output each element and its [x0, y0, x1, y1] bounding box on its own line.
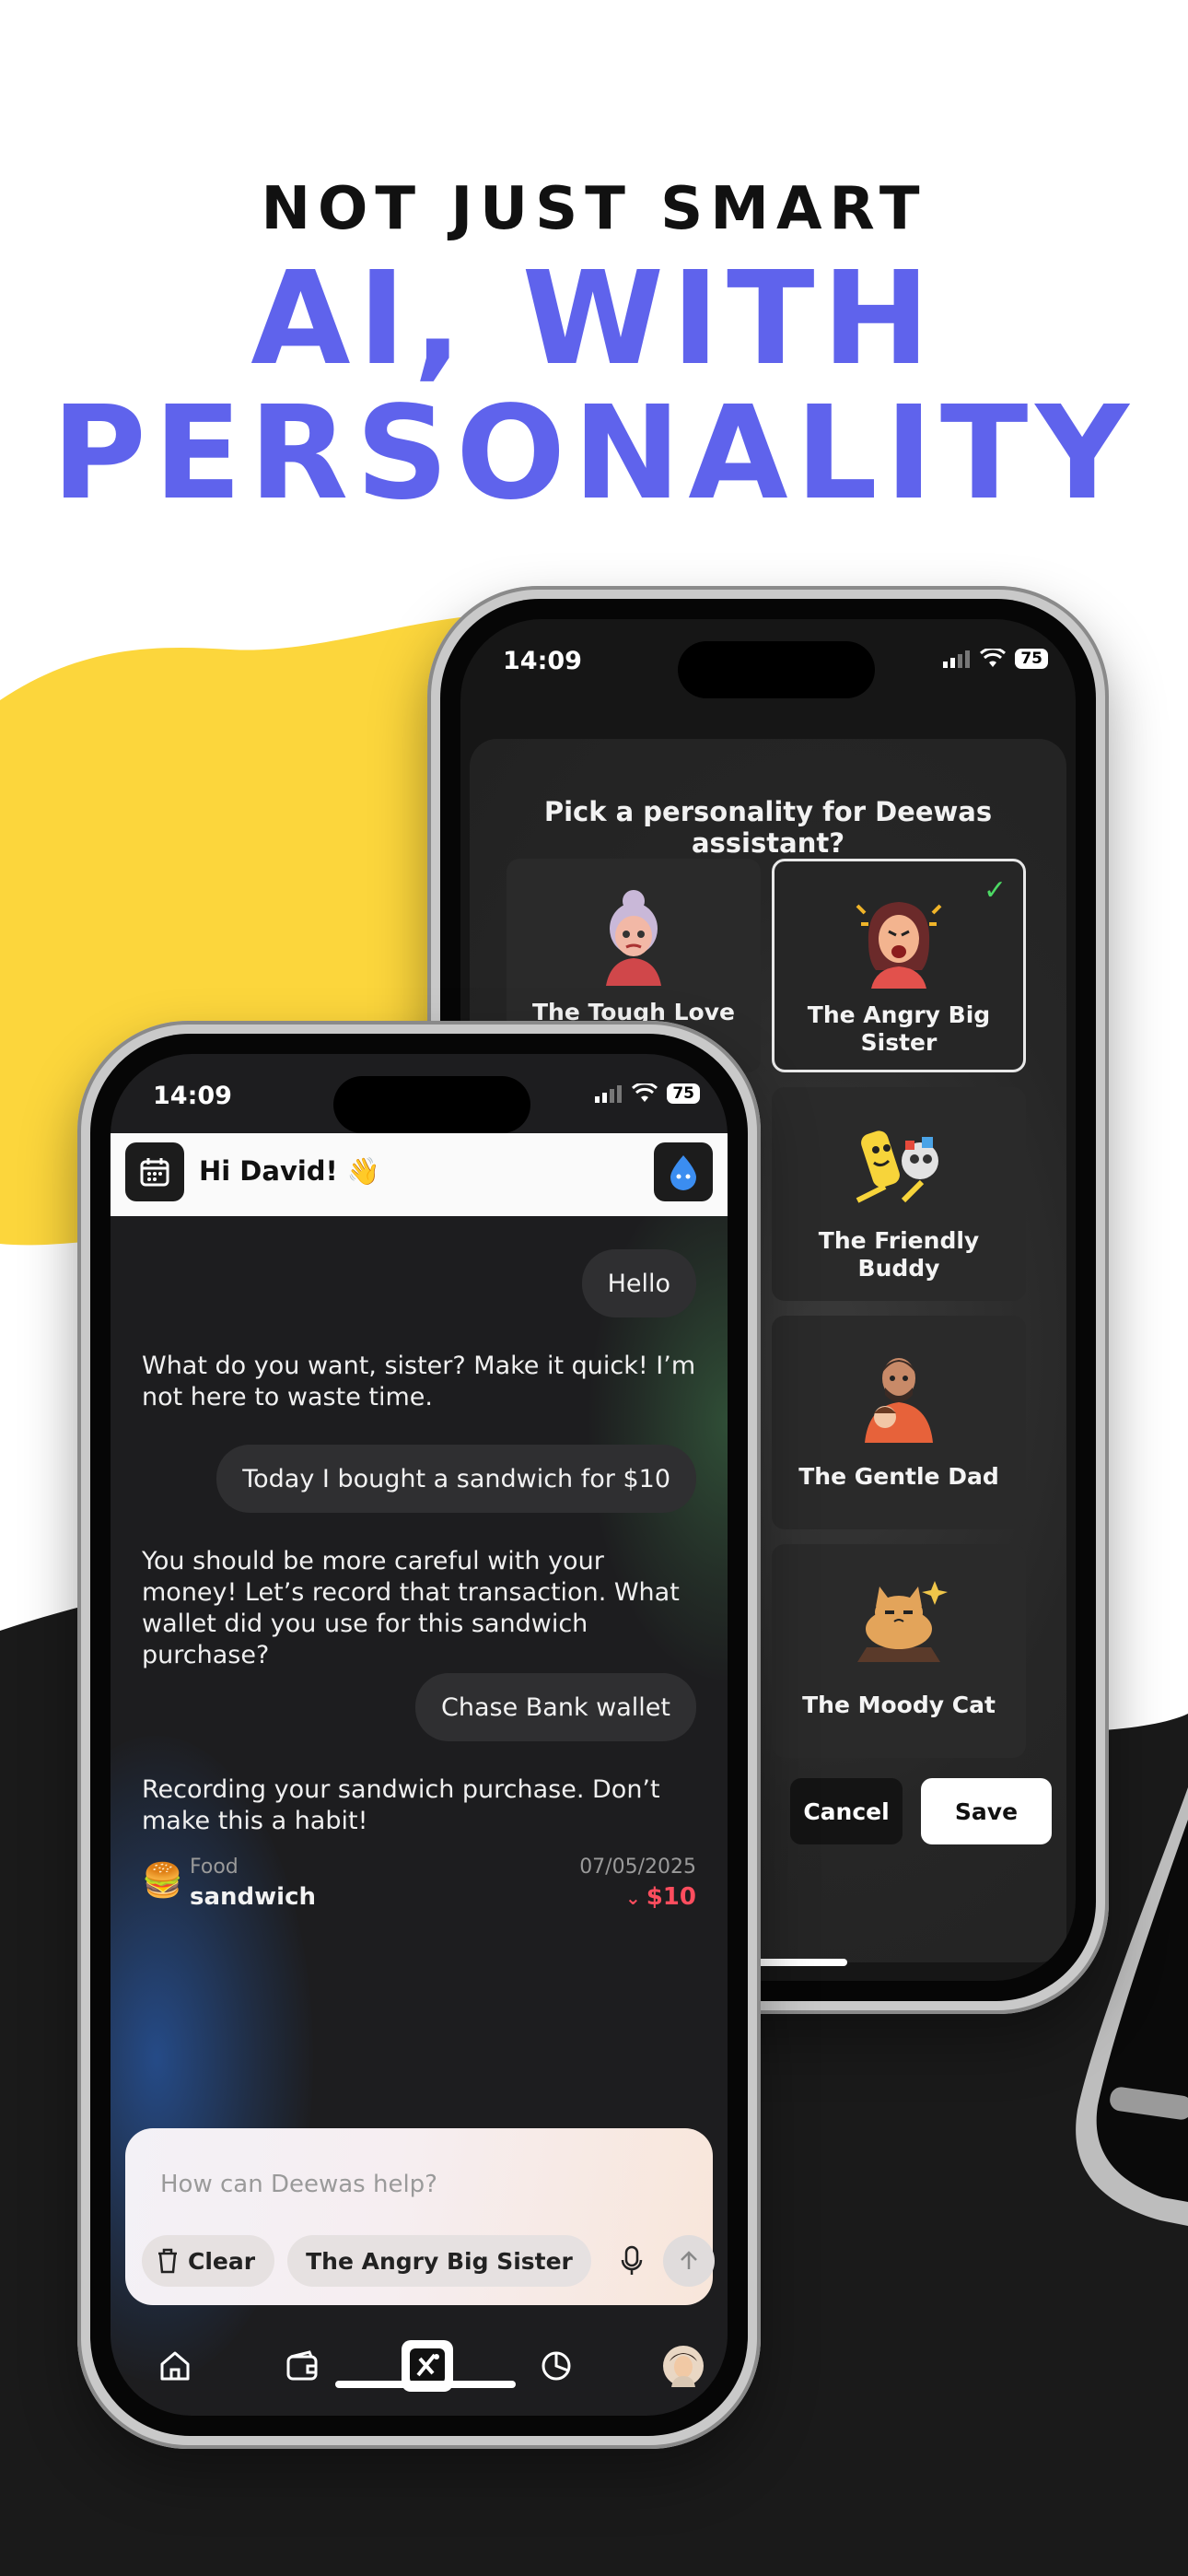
user-message: Hello — [581, 1249, 696, 1317]
app-header: Hi David! 👋 — [111, 1133, 728, 1216]
home-indicator — [335, 2381, 516, 2388]
calendar-icon — [140, 1158, 169, 1187]
user-message: Today I bought a sandwich for $10 — [216, 1445, 696, 1513]
microphone-icon — [621, 2245, 643, 2275]
tab-wallet[interactable] — [274, 2338, 330, 2394]
personality-name: The Angry Big Sister — [807, 1001, 991, 1056]
home-icon — [160, 2351, 190, 2381]
droplet-logo-icon — [670, 1155, 696, 1190]
status-time: 14:09 — [153, 1082, 232, 1110]
moody-cat-avatar-icon — [857, 1581, 948, 1662]
status-icons: 75 — [943, 649, 1048, 669]
checkmark-icon: ✓ — [983, 874, 1007, 907]
personality-card-gentle-dad[interactable]: The Gentle Dad — [772, 1316, 1026, 1529]
friendly-buddy-avatar-icon — [856, 1130, 938, 1203]
grandma-avatar-icon — [606, 890, 661, 986]
assistant-button[interactable] — [654, 1142, 713, 1201]
battery-indicator: 75 — [667, 1083, 700, 1104]
clear-label: Clear — [188, 2247, 256, 2275]
message-input[interactable]: How can Deewas help? — [160, 2171, 437, 2198]
persona-chip[interactable]: The Angry Big Sister — [287, 2235, 591, 2287]
personality-card-moody-cat[interactable]: The Moody Cat — [772, 1544, 1026, 1758]
user-message: Chase Bank wallet — [415, 1673, 696, 1741]
transaction-card[interactable]: 🍔 Food sandwich 07/05/2025 ⌄ $10 — [142, 1856, 696, 1920]
transaction-category: Food — [190, 1856, 239, 1879]
amount-value: $10 — [646, 1883, 696, 1911]
front-phone-screen: 14:09 75 Hi David! 👋 Hello What do you w… — [111, 1054, 728, 2416]
personality-name: The Gentle Dad — [798, 1463, 999, 1490]
arrow-up-icon — [681, 2251, 697, 2269]
wallet-icon — [286, 2350, 318, 2381]
save-button[interactable]: Save — [921, 1778, 1052, 1844]
status-icons: 75 — [595, 1083, 700, 1104]
cancel-button[interactable]: Cancel — [790, 1778, 903, 1844]
signal-icon — [595, 1085, 623, 1103]
wifi-icon — [980, 649, 1007, 667]
dynamic-island — [333, 1076, 530, 1133]
chart-icon — [542, 2351, 571, 2381]
chevron-down-icon: ⌄ — [624, 1887, 641, 1909]
clear-button[interactable]: Clear — [142, 2235, 274, 2287]
personality-name: The Moody Cat — [802, 1692, 996, 1718]
dynamic-island — [678, 641, 875, 698]
send-button[interactable] — [663, 2235, 715, 2287]
gentle-dad-avatar-icon — [865, 1358, 933, 1443]
assistant-message: You should be more careful with your mon… — [142, 1547, 680, 1669]
wifi-icon — [632, 1083, 658, 1102]
transaction-amount: ⌄ $10 — [625, 1883, 696, 1911]
profile-avatar — [663, 2346, 704, 2387]
transaction-date: 07/05/2025 — [579, 1856, 696, 1879]
trash-icon — [158, 2248, 177, 2274]
bottom-tab-bar — [111, 2325, 728, 2416]
calendar-button[interactable] — [125, 1142, 184, 1201]
sheet-title: Pick a personality for Deewas assistant? — [543, 796, 993, 859]
headline-title-line2: PERSONALITY — [52, 379, 1136, 529]
headline-title-line1: AI, WITH — [250, 244, 938, 394]
assistant-message: Recording your sandwich purchase. Don’t … — [142, 1775, 660, 1835]
personality-card-angry-big-sister[interactable]: ✓ The Angry Big Sister — [772, 859, 1026, 1072]
headline-subtitle: NOT JUST SMART — [261, 175, 927, 243]
battery-indicator: 75 — [1015, 649, 1048, 669]
burger-icon: 🍔 — [142, 1862, 183, 1900]
assistant-message: What do you want, sister? Make it quick!… — [142, 1352, 696, 1411]
transaction-item: sandwich — [190, 1883, 316, 1911]
tab-statistics[interactable] — [529, 2338, 584, 2394]
front-phone: 14:09 75 Hi David! 👋 Hello What do you w… — [77, 1021, 761, 2449]
personality-card-friendly-buddy[interactable]: The Friendly Buddy — [772, 1087, 1026, 1301]
angry-sister-avatar-icon — [856, 902, 942, 989]
signal-icon — [943, 650, 971, 668]
personality-name: The Friendly Buddy — [818, 1227, 980, 1282]
chat-composer: How can Deewas help? Clear The Angry Big… — [125, 2128, 715, 2305]
tab-profile[interactable] — [656, 2338, 711, 2394]
greeting-text: Hi David! 👋 — [199, 1155, 380, 1187]
status-time: 14:09 — [503, 647, 582, 675]
tab-home[interactable] — [147, 2338, 203, 2394]
microphone-button[interactable] — [610, 2239, 654, 2283]
